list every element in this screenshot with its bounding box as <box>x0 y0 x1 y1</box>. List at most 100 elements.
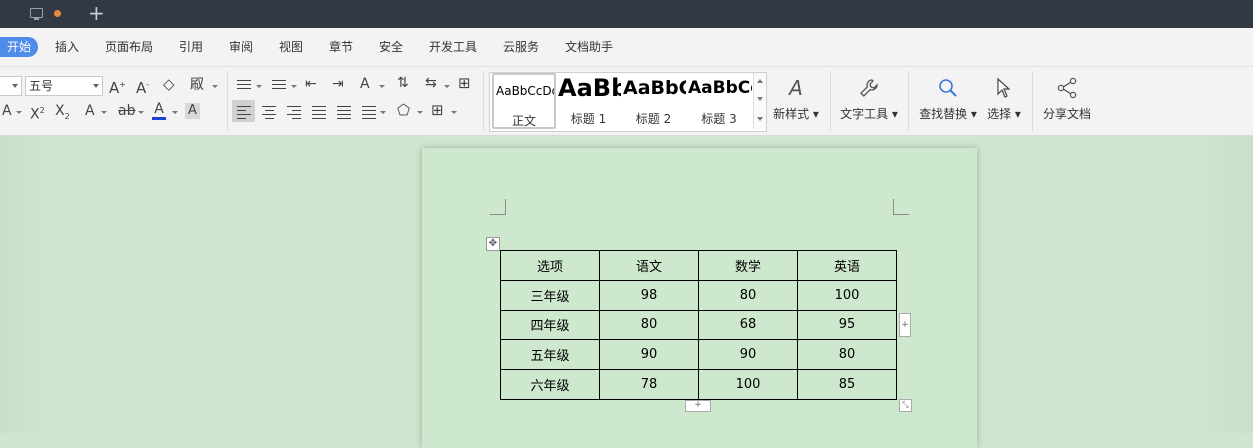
menu-bar: 开始 插入 页面布局 引用 审阅 视图 章节 安全 开发工具 云服务 文档助手 <box>0 28 1253 67</box>
new-style-button[interactable]: A 新样式 ▾ <box>772 73 820 122</box>
clear-format-icon[interactable]: ◇ <box>163 76 175 92</box>
table-cell[interactable]: 68 <box>698 309 798 341</box>
table-cell[interactable]: 85 <box>797 369 897 400</box>
table-cell[interactable]: 78 <box>599 369 699 400</box>
menu-review[interactable]: 审阅 <box>229 38 253 55</box>
select-label: 选择 <box>987 107 1012 121</box>
share-label: 分享文档 <box>1042 107 1091 121</box>
table-cell[interactable]: 五年级 <box>500 339 600 371</box>
border-icon[interactable]: ⊞ <box>431 102 444 118</box>
table-cell[interactable]: 四年级 <box>500 309 600 341</box>
table-cell[interactable]: 95 <box>797 309 897 341</box>
style-gallery: AaBbCcDd 正文 AaBb 标题 1 AaBbC 标题 2 AaBbCc … <box>489 72 767 132</box>
table-resize-icon[interactable]: ⤡ <box>899 399 912 412</box>
menu-doc-assistant[interactable]: 文档助手 <box>565 38 613 55</box>
style-heading-3[interactable]: AaBbCc 标题 3 <box>686 73 752 129</box>
shrink-font-icon[interactable]: A- <box>136 77 149 96</box>
table-cell[interactable]: 80 <box>599 309 699 341</box>
new-style-label: 新样式 <box>773 107 810 121</box>
table-move-handle-icon[interactable]: ✥ <box>486 237 500 251</box>
gallery-scroll[interactable] <box>753 73 766 129</box>
table-cell[interactable]: 98 <box>599 279 699 311</box>
menu-references[interactable]: 引用 <box>179 38 203 55</box>
font-color-partial-icon[interactable]: A <box>2 103 12 119</box>
superscript-icon[interactable]: X2 <box>30 103 45 123</box>
table-row: 四年级 80 68 95 <box>500 309 897 341</box>
increase-indent-icon[interactable]: ⇥ <box>332 76 344 92</box>
table-cell[interactable]: 90 <box>599 339 699 371</box>
style-heading-1[interactable]: AaBb 标题 1 <box>556 73 621 129</box>
monitor-icon <box>30 8 43 20</box>
style-heading-1-sample: AaBb <box>558 74 621 102</box>
numbered-list-icon[interactable] <box>272 77 286 92</box>
table-cell[interactable]: 六年级 <box>500 369 600 400</box>
show-marks-icon[interactable]: ⇆ <box>425 75 437 91</box>
menu-page-layout[interactable]: 页面布局 <box>105 38 153 55</box>
table-row: 五年级 90 90 80 <box>500 339 897 371</box>
text-effect-icon[interactable]: A <box>85 103 95 119</box>
decrease-indent-icon[interactable]: ⇤ <box>305 76 317 92</box>
grow-font-icon[interactable]: A+ <box>109 77 126 96</box>
phonetic-guide-icon[interactable]: 㕞 <box>190 77 204 93</box>
borders-table-icon[interactable]: ⊞ <box>458 75 471 91</box>
font-color-icon[interactable]: A <box>152 101 166 120</box>
table-header-cell[interactable]: 语文 <box>599 250 699 281</box>
menu-developer[interactable]: 开发工具 <box>429 38 477 55</box>
menu-security[interactable]: 安全 <box>379 38 403 55</box>
table-cell[interactable]: 100 <box>698 369 798 400</box>
menu-section[interactable]: 章节 <box>329 38 353 55</box>
style-normal[interactable]: AaBbCcDd 正文 <box>492 73 556 129</box>
select-button[interactable]: 选择 ▾ <box>986 73 1022 122</box>
char-shading-icon[interactable]: A <box>185 103 200 119</box>
bullet-list-icon[interactable] <box>237 77 251 92</box>
document-tab[interactable] <box>0 0 75 28</box>
new-tab-plus-icon[interactable]: + <box>88 2 105 24</box>
table-cell[interactable]: 100 <box>797 279 897 311</box>
share-document-button[interactable]: 分享文档 <box>1040 73 1094 122</box>
menu-cloud[interactable]: 云服务 <box>503 38 539 55</box>
text-tools-button[interactable]: 文字工具 ▾ <box>840 73 898 122</box>
table-header-cell[interactable]: 数学 <box>698 250 798 281</box>
table-header-cell[interactable]: 选项 <box>500 250 600 281</box>
find-replace-label: 查找替换 <box>919 107 968 121</box>
share-icon <box>1040 73 1094 103</box>
style-heading-2-label: 标题 2 <box>635 112 672 126</box>
line-spacing-icon[interactable] <box>362 103 376 122</box>
table-cell[interactable]: 三年级 <box>500 279 600 311</box>
align-right-icon[interactable] <box>287 103 301 122</box>
style-heading-3-label: 标题 3 <box>701 112 737 126</box>
distribute-icon[interactable] <box>337 103 351 122</box>
table-row: 六年级 78 100 85 <box>500 369 897 400</box>
style-heading-1-label: 标题 1 <box>570 112 607 126</box>
document-page[interactable]: ✥ 选项 语文 数学 英语 三年级 98 80 100 四年级 80 68 95 <box>422 148 977 448</box>
title-bar: + <box>0 0 1253 28</box>
font-size-value: 五号 <box>29 79 54 93</box>
style-heading-2[interactable]: AaBbC 标题 2 <box>621 73 686 129</box>
menu-home[interactable]: 开始 <box>0 37 38 57</box>
table-cell[interactable]: 90 <box>698 339 798 371</box>
table-cell[interactable]: 80 <box>698 279 798 311</box>
font-size-combo[interactable]: 五号 <box>25 76 103 96</box>
margin-corner-top-left <box>490 199 506 215</box>
subscript-icon[interactable]: X2 <box>55 103 70 125</box>
add-row-plus-icon[interactable]: + <box>685 400 711 412</box>
menu-insert[interactable]: 插入 <box>55 38 79 55</box>
add-column-plus-icon[interactable]: + <box>899 313 911 337</box>
style-heading-3-sample: AaBbCc <box>688 78 752 98</box>
find-replace-button[interactable]: 查找替换 ▾ <box>919 73 977 122</box>
table-header-cell[interactable]: 英语 <box>797 250 897 281</box>
magnifier-icon <box>919 73 977 103</box>
unsaved-dot-icon <box>54 10 61 17</box>
text-direction-icon[interactable]: A <box>360 76 370 92</box>
align-center-icon[interactable] <box>262 103 276 122</box>
style-heading-2-sample: AaBbC <box>623 77 686 99</box>
highlight-icon[interactable]: ab <box>118 103 135 119</box>
font-name-combo[interactable] <box>0 76 22 96</box>
table-cell[interactable]: 80 <box>797 339 897 371</box>
justify-icon[interactable] <box>312 103 326 122</box>
score-table[interactable]: 选项 语文 数学 英语 三年级 98 80 100 四年级 80 68 95 五… <box>500 250 897 400</box>
shading-icon[interactable]: ⬠ <box>397 102 410 118</box>
menu-view[interactable]: 视图 <box>279 38 303 55</box>
align-left-icon[interactable] <box>237 103 251 122</box>
sort-icon[interactable]: ⇅ <box>397 75 409 91</box>
